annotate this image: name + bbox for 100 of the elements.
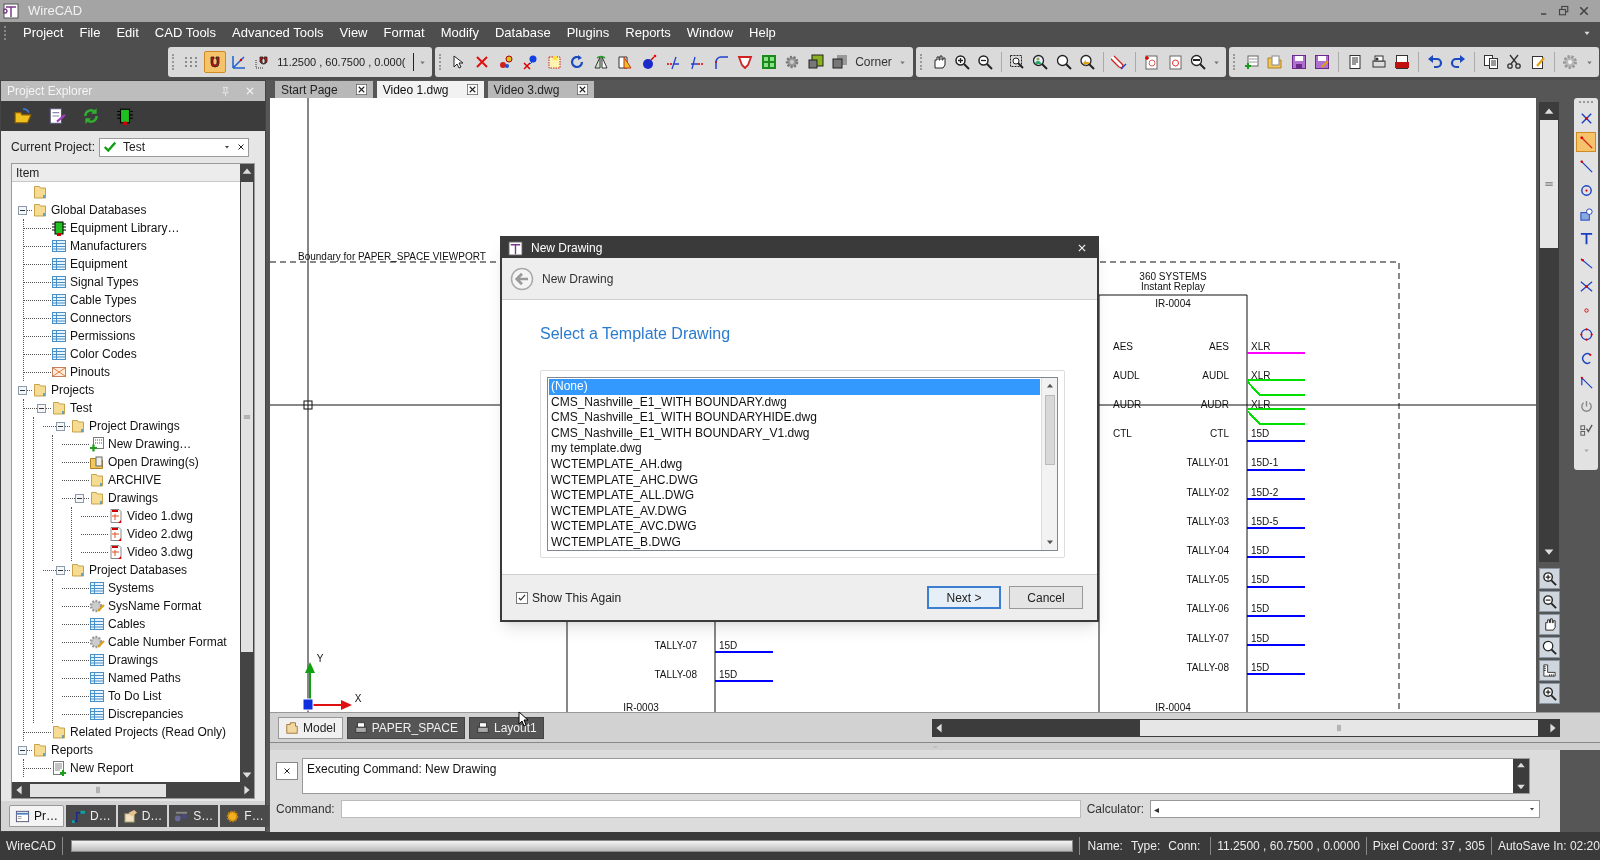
tree-item[interactable]: Permissions: [69, 327, 137, 345]
collapse-toggle[interactable]: [18, 745, 27, 755]
list-item[interactable]: WCTEMPLATE_AVC.DWG: [549, 519, 1040, 535]
layout-tab[interactable]: Layout1: [468, 716, 544, 739]
toolbar-grip[interactable]: [1579, 101, 1593, 104]
magnet-icon[interactable]: [203, 51, 226, 73]
panel-tab[interactable]: D…: [66, 805, 116, 827]
menu-item[interactable]: Advanced Tools: [224, 23, 332, 43]
toolbar-grip[interactable]: [920, 54, 923, 70]
list-item[interactable]: CMS_Nashville_E1_WITH BOUNDARY_V1.dwg: [549, 425, 1040, 442]
document-tab[interactable]: Video 1.dwg: [376, 81, 484, 98]
tree-item[interactable]: Color Codes: [69, 345, 138, 363]
document-edit-icon[interactable]: [47, 106, 67, 126]
tree-item[interactable]: Open Drawing(s): [107, 453, 200, 471]
checkbox[interactable]: [516, 591, 528, 604]
tree-item[interactable]: Equipment Library…: [69, 219, 181, 237]
tree-item[interactable]: SysName Format: [107, 597, 203, 615]
tree-item[interactable]: Connectors: [69, 309, 133, 327]
tree-item[interactable]: Discrepancies: [107, 705, 185, 723]
toolbar-grip[interactable]: [439, 54, 442, 70]
menu-item[interactable]: View: [331, 23, 376, 43]
zoom-extents-icon[interactable]: [1538, 683, 1560, 704]
tree-item[interactable]: To Do List: [107, 687, 163, 705]
collapse-toggle[interactable]: [56, 421, 65, 431]
panel-tab[interactable]: D…: [117, 805, 168, 827]
tree-item[interactable]: Manufacturers: [69, 237, 148, 255]
collapse-toggle[interactable]: [18, 205, 27, 215]
tree-item[interactable]: Projects: [50, 381, 96, 399]
toolbar-grip[interactable]: [1233, 54, 1236, 70]
tree-item[interactable]: Cables: [107, 615, 147, 633]
tree-item[interactable]: ARCHIVE: [107, 471, 163, 489]
menu-item[interactable]: Database: [487, 23, 559, 43]
tree-item[interactable]: New Report: [69, 759, 135, 777]
tree-item[interactable]: Signal Types: [69, 273, 140, 291]
command-input[interactable]: [340, 800, 1081, 818]
menu-item[interactable]: CAD Tools: [146, 23, 224, 43]
tree-item[interactable]: Equipment: [69, 255, 129, 273]
tree-item[interactable]: Drawings: [107, 651, 159, 669]
list-item[interactable]: WCTEMPLATE_AV.DWG: [549, 503, 1040, 520]
menu-item[interactable]: Window: [678, 23, 742, 43]
template-list[interactable]: [547, 377, 1058, 551]
project-dropdown[interactable]: Test: [99, 137, 250, 157]
list-item[interactable]: CMS_Nashville_E1_WITH BOUNDARY.dwg: [549, 394, 1040, 411]
tree-item[interactable]: Global Databases: [50, 201, 148, 219]
list-item[interactable]: WCTEMPLATE_AH.dwg: [549, 456, 1040, 473]
list-item[interactable]: WCTEMPLATE_ALL.DWG: [549, 488, 1040, 504]
menu-item[interactable]: Edit: [108, 23, 147, 43]
tree-item[interactable]: New Drawing…: [107, 435, 193, 453]
snap-mode-dropdown[interactable]: Corner: [855, 53, 895, 71]
line-icon[interactable]: [1576, 132, 1596, 152]
ruler-icon[interactable]: [1538, 660, 1560, 681]
open-folder-icon[interactable]: [13, 106, 33, 126]
tree-item[interactable]: Pinouts: [69, 363, 112, 381]
menu-item[interactable]: File: [71, 23, 109, 43]
chip-icon[interactable]: [115, 106, 135, 126]
collapse-toggle[interactable]: [18, 385, 27, 395]
layout-tab[interactable]: PAPER_SPACE: [346, 716, 465, 739]
menu-item[interactable]: Format: [375, 23, 433, 43]
next-button[interactable]: Next >: [927, 586, 1001, 609]
menu-item[interactable]: Plugins: [558, 23, 618, 43]
tree-item[interactable]: Reports: [50, 741, 95, 759]
tree-item[interactable]: Video 3.dwg: [126, 543, 194, 561]
toolbar-grip[interactable]: [4, 26, 7, 40]
calculator-dropdown[interactable]: ◂: [1150, 800, 1541, 818]
column-header[interactable]: Item: [12, 164, 240, 182]
collapse-toggle[interactable]: [56, 565, 65, 575]
layout-tab[interactable]: Model: [278, 716, 343, 739]
panel-tab[interactable]: F…: [220, 805, 269, 827]
menu-item[interactable]: Modify: [432, 23, 487, 43]
tree-item[interactable]: Cable Number Format: [107, 633, 228, 651]
list-item[interactable]: CMS_Nashville_E1_WITH BOUNDARYHIDE.dwg: [549, 410, 1040, 426]
zoom-out-icon[interactable]: [1538, 591, 1560, 612]
tree-item[interactable]: Video 2.dwg: [126, 525, 194, 543]
magnifier-icon[interactable]: [1538, 637, 1560, 658]
tree-item[interactable]: Video 1.dwg: [126, 507, 194, 525]
menu-item[interactable]: Help: [741, 23, 784, 43]
menu-item[interactable]: Project: [15, 23, 72, 43]
back-icon[interactable]: [510, 266, 534, 291]
collapse-toggle[interactable]: [37, 403, 46, 413]
restore-icon[interactable]: [1558, 5, 1570, 17]
list-item[interactable]: WCTEMPLATE_B.DWG: [549, 534, 1040, 550]
tree-item[interactable]: Project Drawings: [88, 417, 181, 435]
zoom-in-icon[interactable]: [1538, 568, 1560, 589]
menu-item[interactable]: Reports: [617, 23, 679, 43]
panel-tab[interactable]: Pr…: [9, 805, 64, 827]
document-tab[interactable]: Start Page: [275, 81, 373, 98]
cancel-button[interactable]: Cancel: [1009, 586, 1083, 609]
toolbar-grip[interactable]: [172, 54, 175, 70]
tree-item[interactable]: Cable Types: [69, 291, 138, 309]
panel-tab[interactable]: S…: [169, 805, 219, 827]
document-tab[interactable]: Video 3.dwg: [487, 81, 595, 98]
list-item[interactable]: my template.dwg: [549, 441, 1040, 457]
tree-item[interactable]: Test: [69, 399, 93, 417]
hand-icon[interactable]: [1538, 614, 1560, 635]
list-item[interactable]: WCTEMPLATE_AHC.DWG: [549, 472, 1040, 489]
close-button[interactable]: [276, 762, 298, 780]
tree-item[interactable]: Project Databases: [88, 561, 189, 579]
tree-item[interactable]: Named Paths: [107, 669, 182, 687]
collapse-toggle[interactable]: [75, 493, 84, 503]
tree-item[interactable]: Drawings: [107, 489, 159, 507]
